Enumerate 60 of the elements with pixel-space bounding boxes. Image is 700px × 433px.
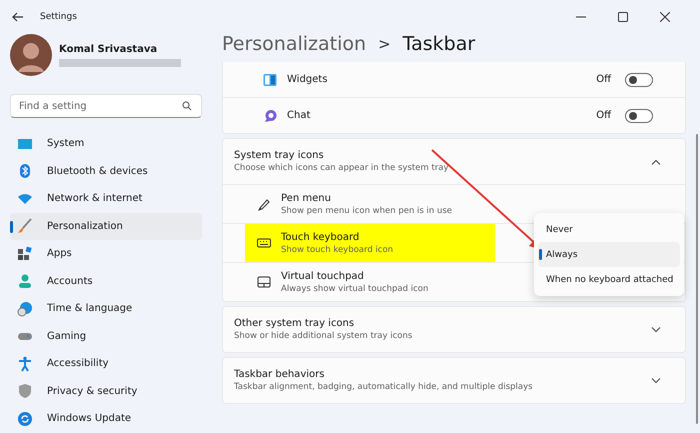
widgets-icon	[263, 72, 277, 86]
avatar	[10, 34, 52, 76]
menu-option[interactable]: Never	[538, 217, 680, 242]
menu-option[interactable]: When no keyboard attached	[538, 267, 680, 292]
nav-item[interactable]: Personalization	[10, 212, 202, 240]
setting-description: Show touch keyboard icon	[281, 244, 394, 254]
setting-label: Widgets	[287, 74, 328, 85]
menu-option[interactable]: Always	[538, 242, 680, 267]
touchpad-icon	[257, 275, 271, 289]
nav-item[interactable]: Privacy & security	[10, 378, 202, 405]
maximize-icon[interactable]	[618, 12, 628, 22]
nav-item[interactable]: Time & language	[10, 295, 202, 322]
chevron-down-icon[interactable]	[651, 378, 661, 384]
nav-item[interactable]: Accessibility	[10, 350, 202, 378]
section-title: System tray icons	[234, 150, 325, 161]
accessibility-icon	[17, 356, 33, 372]
chevron-down-icon[interactable]	[651, 326, 661, 332]
breadcrumb-parent[interactable]: Personalization	[222, 33, 366, 55]
window-title: Settings	[40, 12, 77, 22]
apps-icon	[17, 246, 33, 262]
section-description: Taskbar alignment, badging, automatically hide, and multiple displays	[234, 382, 534, 392]
bluetooth-icon	[17, 163, 33, 180]
toggle-switch[interactable]	[625, 108, 653, 122]
setting-label: Virtual touchpad	[281, 270, 365, 282]
page-title: Taskbar	[402, 33, 476, 55]
pen-icon	[257, 197, 271, 211]
scrollbar[interactable]	[696, 134, 698, 424]
close-icon[interactable]	[660, 12, 670, 22]
toggle-state: Off	[596, 110, 611, 121]
setting-label: Pen menu	[281, 192, 332, 204]
search-icon[interactable]	[182, 101, 192, 111]
toggle-state: Off	[596, 74, 611, 85]
nav-item[interactable]: Gaming	[10, 322, 202, 350]
nav-item[interactable]: System	[10, 130, 202, 158]
person-icon	[17, 273, 33, 290]
section-description: Choose which icons can appear in the system tray	[234, 163, 450, 173]
setting-label: Touch keyboard	[281, 232, 360, 242]
back-icon[interactable]	[12, 12, 24, 22]
update-icon	[17, 410, 33, 427]
user-name: Komal Srivastava	[59, 44, 158, 54]
breadcrumb-separator: >	[378, 35, 391, 53]
nav-item[interactable]: Bluetooth & devices	[10, 158, 202, 185]
section-description: Show or hide additional system tray icons	[234, 331, 414, 341]
nav-item[interactable]: Network & internet	[10, 185, 202, 212]
setting-label: Chat	[287, 110, 310, 121]
toggle-switch[interactable]	[625, 72, 653, 86]
nav-item[interactable]: Apps	[10, 240, 202, 268]
section-title: Other system tray icons	[234, 318, 356, 329]
nav-item[interactable]: Accounts	[10, 268, 202, 295]
search-field[interactable]: Find a setting	[10, 94, 202, 118]
section-title: Taskbar behaviors	[234, 369, 326, 380]
brush-icon	[17, 218, 33, 234]
chat-icon	[263, 108, 277, 122]
chevron-up-icon[interactable]	[651, 158, 661, 164]
setting-description: Always show virtual touchpad icon	[281, 284, 430, 294]
keyboard-icon	[257, 236, 271, 250]
globe-icon	[17, 300, 33, 317]
setting-description: Show pen menu icon when pen is in use	[281, 206, 454, 216]
shield-icon	[17, 383, 33, 400]
nav-item[interactable]: Windows Update	[10, 405, 202, 432]
